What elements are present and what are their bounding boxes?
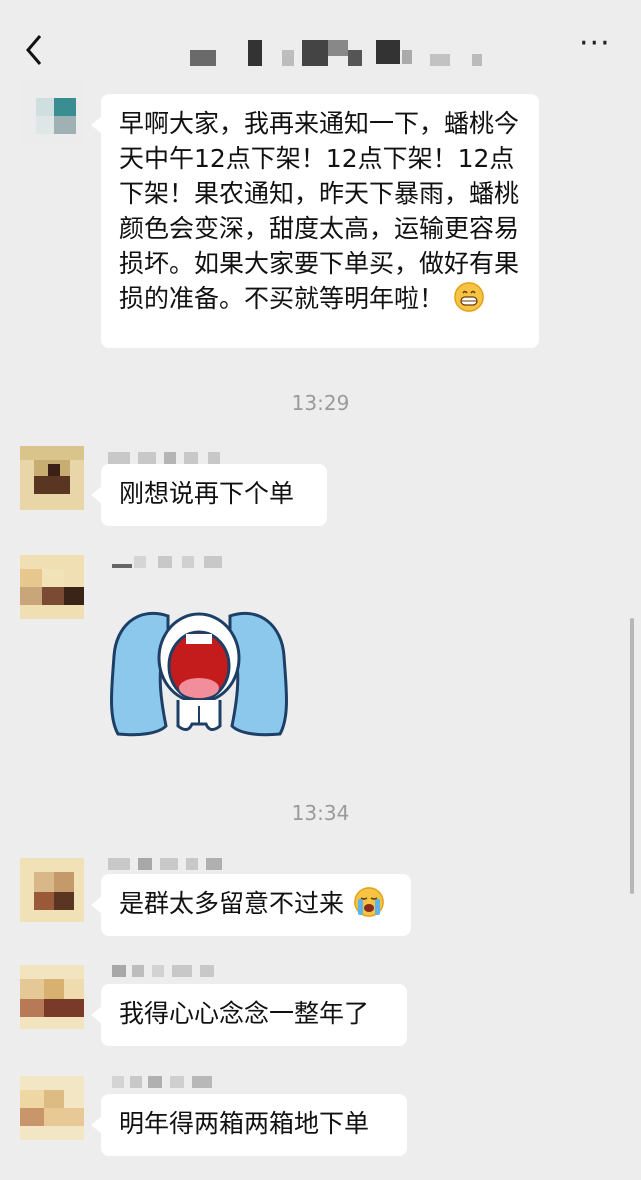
avatar[interactable]	[20, 555, 84, 619]
sender-name-pixelated	[112, 556, 228, 570]
timestamp: 13:34	[291, 801, 350, 825]
sender-name-pixelated	[108, 858, 224, 872]
grinning-face-icon	[453, 282, 484, 312]
avatar[interactable]	[20, 446, 84, 510]
message-text: 是群太多留意不过来	[119, 889, 345, 918]
chat-header: ···	[0, 0, 641, 88]
message-bubble[interactable]: 我得心心念念一整年了	[91, 984, 407, 1046]
avatar[interactable]	[20, 80, 84, 144]
chat-title-pixelated	[190, 36, 490, 70]
sender-name-pixelated	[112, 965, 220, 979]
avatar[interactable]	[20, 965, 84, 1029]
avatar[interactable]	[20, 858, 84, 922]
message-text: 我得心心念念一整年了	[119, 999, 370, 1028]
scrollbar[interactable]	[630, 618, 634, 894]
message-bubble[interactable]: 明年得两箱两箱地下单	[91, 1094, 407, 1156]
avatar[interactable]	[20, 1076, 84, 1140]
message-bubble[interactable]: 是群太多留意不过来	[91, 874, 411, 936]
message-text: 刚想说再下个单	[119, 479, 295, 508]
message-bubble[interactable]: 刚想说再下个单	[91, 464, 327, 526]
back-button[interactable]	[18, 30, 54, 70]
timestamp: 13:29	[291, 391, 350, 415]
message-text: 明年得两箱两箱地下单	[119, 1109, 370, 1138]
chevron-left-icon	[26, 35, 42, 65]
loudly-crying-face-icon	[353, 887, 384, 917]
more-options-button[interactable]: ···	[579, 29, 619, 60]
message-bubble[interactable]: 早啊大家，我再来通知一下，蟠桃今天中午12点下架！12点下架！12点下架！果农通…	[91, 94, 539, 348]
sender-name-pixelated	[112, 1076, 228, 1090]
crying-cartoon-sticker[interactable]	[108, 596, 290, 742]
